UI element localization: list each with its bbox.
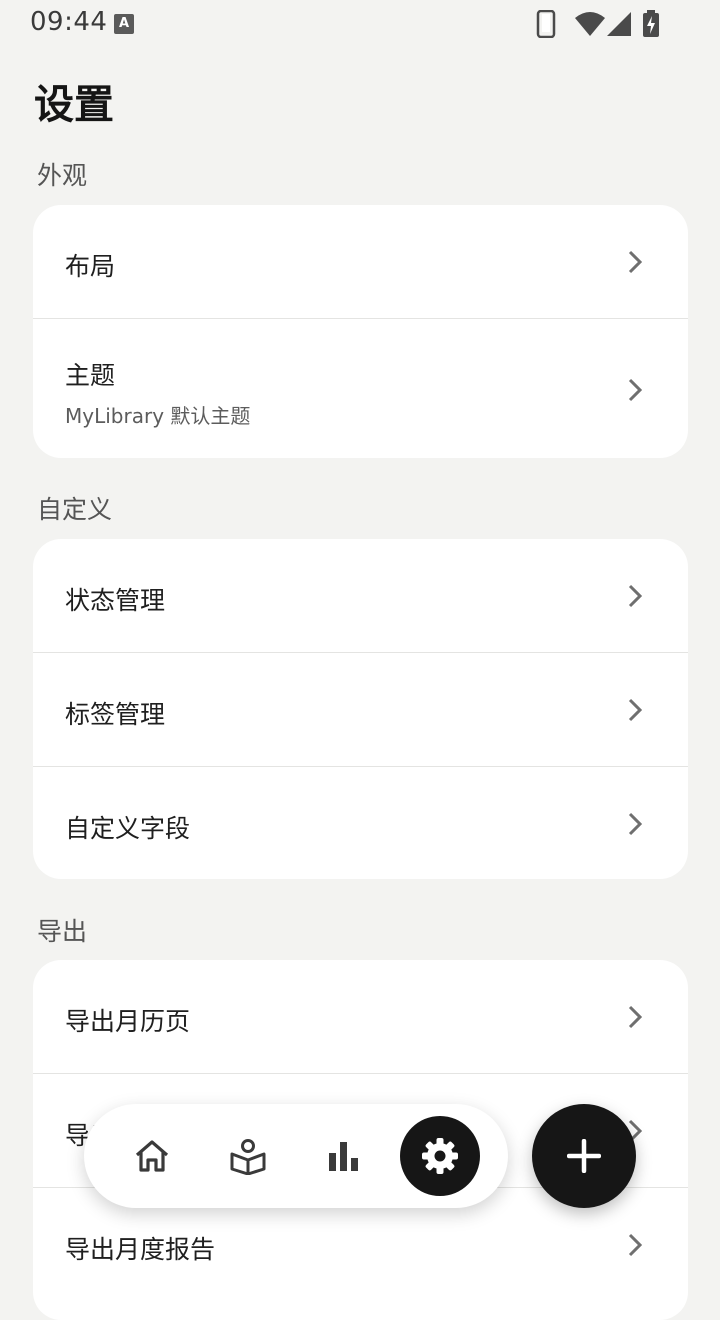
appearance-card: 布局 主题 MyLibrary 默认主题 xyxy=(33,205,688,458)
settings-row-tags[interactable]: 标签管理 xyxy=(33,652,688,766)
chevron-right-icon xyxy=(628,1005,642,1029)
status-icons xyxy=(536,10,666,38)
section-header-export: 导出 xyxy=(37,917,88,946)
row-title: 导出月度报告 xyxy=(65,1235,216,1264)
stats-icon xyxy=(329,1142,358,1171)
row-title: 主题 xyxy=(65,361,116,390)
row-title: 自定义字段 xyxy=(65,814,191,843)
row-title: 状态管理 xyxy=(65,586,166,615)
nav-stats-button[interactable] xyxy=(304,1116,384,1196)
chevron-right-icon xyxy=(628,812,642,836)
chevron-right-icon xyxy=(628,584,642,608)
nav-settings-button[interactable] xyxy=(400,1116,480,1196)
row-subtitle: MyLibrary 默认主题 xyxy=(65,404,251,428)
settings-row-custom-fields[interactable]: 自定义字段 xyxy=(33,766,688,879)
nav-reading-button[interactable] xyxy=(208,1116,288,1196)
custom-card: 状态管理 标签管理 自定义字段 xyxy=(33,539,688,879)
status-time: 09:44 xyxy=(30,7,108,37)
phone-icon xyxy=(536,10,556,38)
add-button[interactable] xyxy=(532,1104,636,1208)
plus-icon xyxy=(567,1139,601,1173)
wifi-icon xyxy=(575,12,605,36)
chevron-right-icon xyxy=(628,250,642,274)
section-header-appearance: 外观 xyxy=(37,161,88,190)
chevron-right-icon xyxy=(628,1233,642,1257)
settings-icon xyxy=(422,1138,458,1174)
bottom-nav xyxy=(84,1104,508,1208)
chevron-right-icon xyxy=(628,378,642,402)
status-bar: 09:44 A xyxy=(0,0,720,48)
row-title: 布局 xyxy=(65,252,116,281)
signal-icon xyxy=(607,12,631,36)
row-title: 标签管理 xyxy=(65,700,166,729)
section-header-custom: 自定义 xyxy=(37,495,113,524)
home-icon xyxy=(135,1140,169,1172)
reading-icon xyxy=(230,1139,266,1175)
nav-home-button[interactable] xyxy=(112,1116,192,1196)
battery-charging-icon xyxy=(643,10,659,37)
notification-badge-icon: A xyxy=(114,14,134,34)
settings-row-export-calendar[interactable]: 导出月历页 xyxy=(33,960,688,1073)
settings-row-layout[interactable]: 布局 xyxy=(33,205,688,318)
chevron-right-icon xyxy=(628,698,642,722)
page-title: 设置 xyxy=(34,82,114,128)
settings-row-status[interactable]: 状态管理 xyxy=(33,539,688,652)
settings-row-theme[interactable]: 主题 MyLibrary 默认主题 xyxy=(33,318,688,458)
row-title: 导出月历页 xyxy=(65,1007,191,1036)
